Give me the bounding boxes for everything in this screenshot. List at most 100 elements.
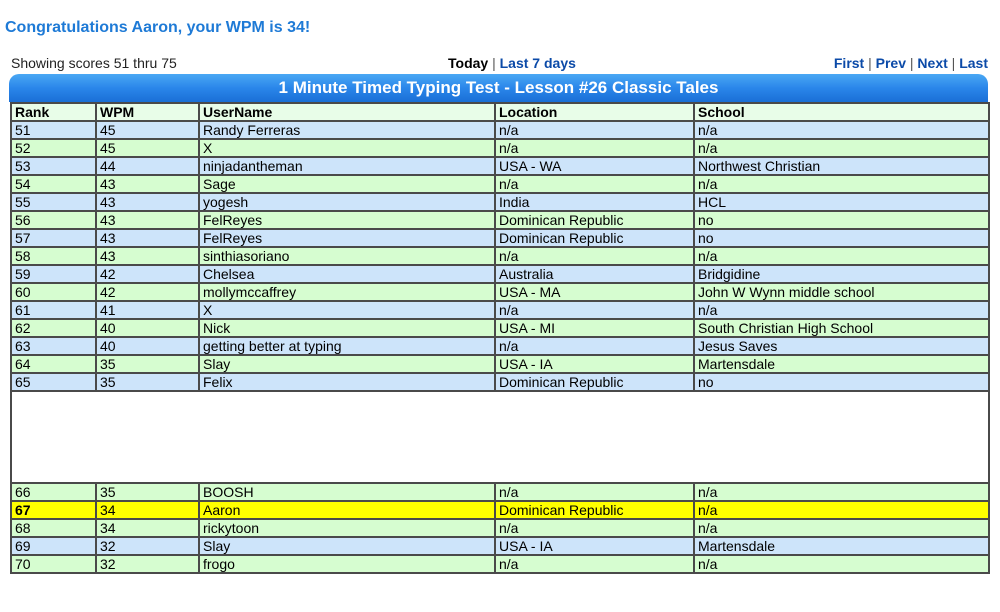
cell-rank: 57: [10, 228, 97, 248]
column-header-username: UserName: [198, 102, 496, 122]
cell-location: n/a: [494, 138, 695, 158]
cell-school: n/a: [693, 554, 990, 574]
cell-school: n/a: [693, 500, 990, 520]
cell-wpm: 45: [95, 138, 200, 158]
cell-rank: 65: [10, 372, 97, 392]
cell-wpm: 40: [95, 336, 200, 356]
cell-wpm: 32: [95, 554, 200, 574]
cell-rank: 54: [10, 174, 97, 194]
cell-rank: 53: [10, 156, 97, 176]
cell-rank: 61: [10, 300, 97, 320]
pagination: First | Prev | Next | Last: [834, 55, 988, 71]
cell-wpm: 44: [95, 156, 200, 176]
cell-location: n/a: [494, 482, 695, 502]
table-row: 69 32 Slay USA - IA Martensdale: [10, 536, 990, 556]
cell-username: BOOSH: [198, 482, 496, 502]
cell-username: getting better at typing: [198, 336, 496, 356]
cell-username: Aaron: [198, 500, 496, 520]
cell-location: Australia: [494, 264, 695, 284]
cell-wpm: 43: [95, 210, 200, 230]
table-row: 54 43 Sage n/a n/a: [10, 174, 990, 194]
table-row: 64 35 Slay USA - IA Martensdale: [10, 354, 990, 374]
cell-location: n/a: [494, 246, 695, 266]
cell-location: USA - IA: [494, 536, 695, 556]
cell-username: Randy Ferreras: [198, 120, 496, 140]
next-page-link[interactable]: Next: [917, 55, 947, 71]
cell-location: n/a: [494, 120, 695, 140]
cell-school: no: [693, 372, 990, 392]
cell-location: n/a: [494, 336, 695, 356]
cell-rank: 51: [10, 120, 97, 140]
cell-school: Northwest Christian: [693, 156, 990, 176]
column-header-location: Location: [494, 102, 695, 122]
table-row: 60 42 mollymccaffrey USA - MA John W Wynn mi…: [10, 282, 990, 302]
blank-row: [10, 390, 990, 484]
cell-rank: 62: [10, 318, 97, 338]
table-row: 59 42 Chelsea Australia Bridgidine: [10, 264, 990, 284]
table-row: 65 35 Felix Dominican Republic no: [10, 372, 990, 392]
cell-username: yogesh: [198, 192, 496, 212]
cell-rank: 56: [10, 210, 97, 230]
cell-location: Dominican Republic: [494, 500, 695, 520]
table-row: 58 43 sinthiasoriano n/a n/a: [10, 246, 990, 266]
cell-location: USA - IA: [494, 354, 695, 374]
cell-school: n/a: [693, 246, 990, 266]
cell-location: USA - MA: [494, 282, 695, 302]
cell-username: Felix: [198, 372, 496, 392]
cell-username: rickytoon: [198, 518, 496, 538]
cell-wpm: 42: [95, 282, 200, 302]
column-header-rank: Rank: [10, 102, 97, 122]
cell-school: South Christian High School: [693, 318, 990, 338]
cell-rank: 68: [10, 518, 97, 538]
cell-username: Sage: [198, 174, 496, 194]
cell-school: John W Wynn middle school: [693, 282, 990, 302]
cell-location: n/a: [494, 300, 695, 320]
cell-rank: 69: [10, 536, 97, 556]
table-header-row: Rank WPM UserName Location School: [10, 102, 990, 122]
table-row: 53 44 ninjadantheman USA - WA Northwest Chri…: [10, 156, 990, 176]
table-row: 63 40 getting better at typing n/a Jesus Sav…: [10, 336, 990, 356]
cell-school: Bridgidine: [693, 264, 990, 284]
separator: |: [492, 55, 496, 71]
last-page-link[interactable]: Last: [959, 55, 988, 71]
last-7-days-link[interactable]: Last 7 days: [500, 55, 576, 71]
table-row: 52 45 Xn/a n/a: [10, 138, 990, 158]
table-row: 57 43 FelReyes Dominican Republic no: [10, 228, 990, 248]
cell-location: USA - MI: [494, 318, 695, 338]
scores-table: Rank WPM UserName Location School 51 45 Ra…: [10, 102, 990, 574]
cell-school: Jesus Saves: [693, 336, 990, 356]
table-row: 66 35 BOOSH n/a n/a: [10, 482, 990, 502]
separator: |: [868, 55, 872, 71]
cell-rank: 60: [10, 282, 97, 302]
cell-rank: 52: [10, 138, 97, 158]
cell-school: n/a: [693, 482, 990, 502]
congrats-message: Congratulations Aaron, your WPM is 34!: [5, 19, 311, 36]
cell-rank: 59: [10, 264, 97, 284]
cell-username: Chelsea: [198, 264, 496, 284]
cell-school: no: [693, 210, 990, 230]
cell-username: Slay: [198, 354, 496, 374]
cell-wpm: 43: [95, 246, 200, 266]
cell-wpm: 34: [95, 518, 200, 538]
cell-school: n/a: [693, 174, 990, 194]
cell-rank: 64: [10, 354, 97, 374]
column-header-school: School: [693, 102, 990, 122]
cell-wpm: 45: [95, 120, 200, 140]
cell-wpm: 43: [95, 192, 200, 212]
table-row-current-user: 67 34 Aaron Dominican Republic n/a: [10, 500, 990, 520]
cell-school: n/a: [693, 518, 990, 538]
table-row: 68 34 rickytoon n/a n/a: [10, 518, 990, 538]
cell-school: Martensdale: [693, 354, 990, 374]
table-row: 56 43 FelReyes Dominican Republic no: [10, 210, 990, 230]
prev-page-link[interactable]: Prev: [876, 55, 906, 71]
cell-location: Dominican Republic: [494, 228, 695, 248]
cell-rank: 63: [10, 336, 97, 356]
blank-cell: [10, 390, 990, 484]
time-range-selector: Today | Last 7 days: [448, 55, 576, 71]
cell-wpm: 32: [95, 536, 200, 556]
cell-wpm: 35: [95, 372, 200, 392]
first-page-link[interactable]: First: [834, 55, 864, 71]
separator: |: [951, 55, 956, 71]
cell-username: FelReyes: [198, 228, 496, 248]
cell-school: HCL: [693, 192, 990, 212]
